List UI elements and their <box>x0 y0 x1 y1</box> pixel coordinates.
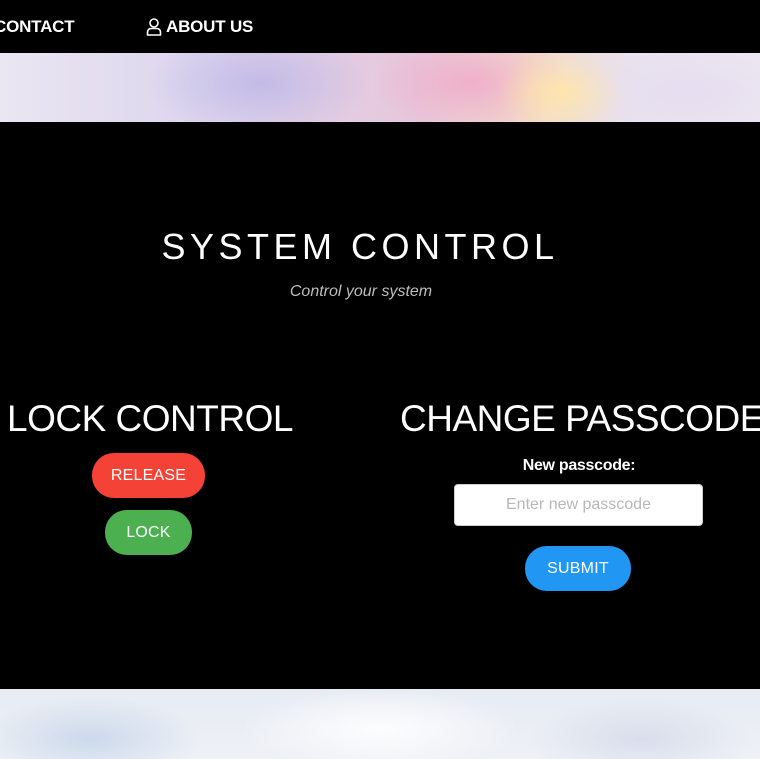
nav-contact-label: CONTACT <box>0 17 75 36</box>
nav-about-label: ABOUT US <box>166 17 254 36</box>
user-icon <box>146 18 162 36</box>
system-control-section: SYSTEM CONTROL Control your system LOCK … <box>0 122 760 689</box>
lock-control-title: LOCK CONTROL <box>7 398 293 439</box>
change-passcode-title: CHANGE PASSCODE <box>400 398 760 439</box>
hero-background-top <box>0 53 760 122</box>
hero-background-bottom <box>0 689 760 759</box>
lock-button[interactable]: LOCK <box>105 510 192 555</box>
top-navbar: CONTACT ABOUT US <box>0 0 760 53</box>
nav-about-link[interactable]: ABOUT US <box>146 16 253 38</box>
page-title: SYSTEM CONTROL <box>161 226 559 267</box>
new-passcode-input[interactable] <box>454 484 703 526</box>
new-passcode-label: New passcode: <box>522 457 636 474</box>
release-button[interactable]: RELEASE <box>92 453 205 498</box>
page: CONTACT ABOUT US SYSTEM CONTROL Control … <box>0 0 760 759</box>
nav-contact-link[interactable]: CONTACT <box>0 16 75 38</box>
page-subtitle: Control your system <box>289 283 433 300</box>
submit-button[interactable]: SUBMIT <box>525 546 631 591</box>
